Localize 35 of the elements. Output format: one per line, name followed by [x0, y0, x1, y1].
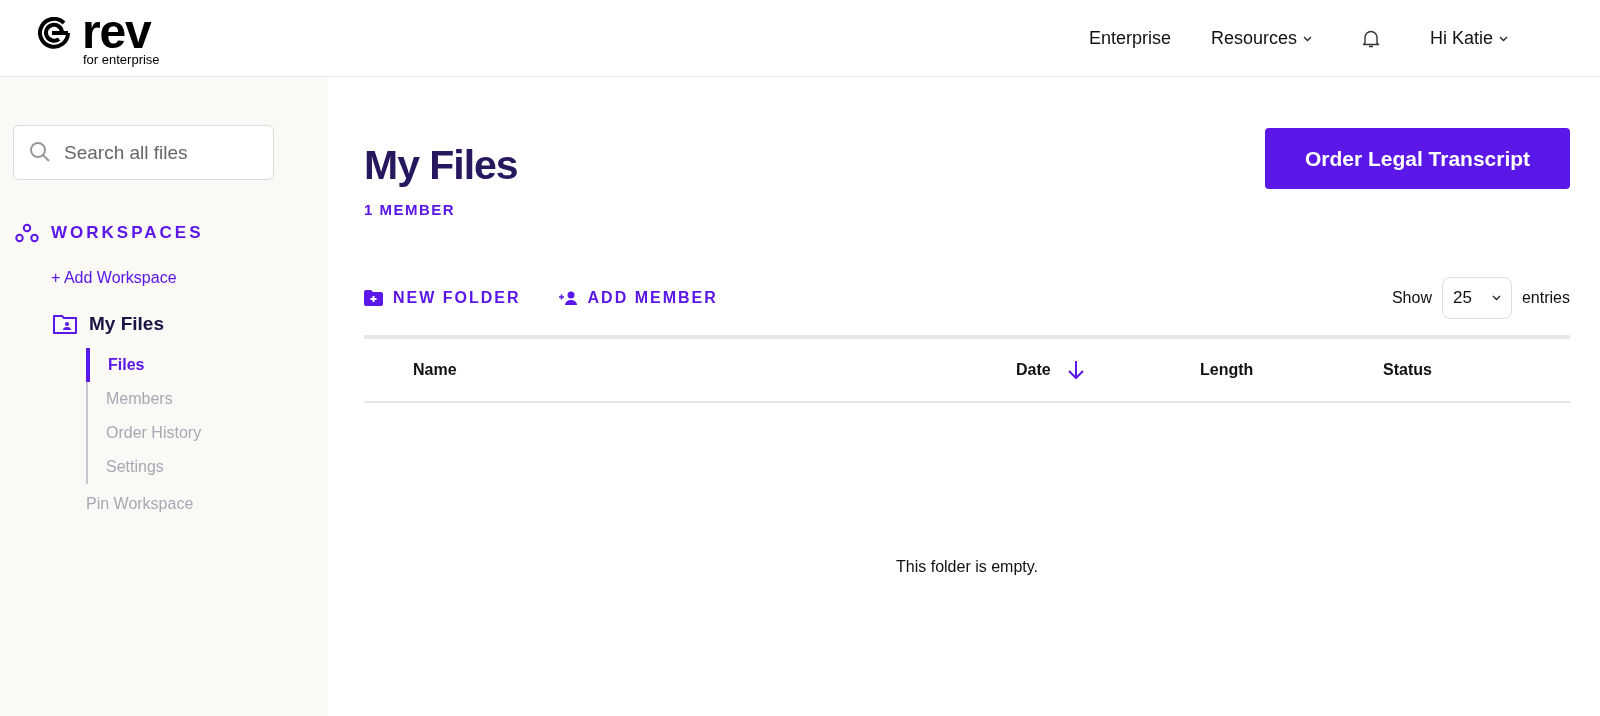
- nav-link[interactable]: Hi Katie: [1409, 25, 1528, 52]
- caret-icon: [1499, 35, 1508, 42]
- column-header[interactable]: Length: [1200, 357, 1254, 382]
- workspace-menu-item[interactable]: Files: [86, 348, 315, 382]
- section-heading: WORKSPACES: [51, 222, 204, 244]
- entries-label: entries: [1521, 287, 1570, 308]
- add-workspace-link[interactable]: + Add Workspace: [51, 265, 177, 290]
- nav-link[interactable]: Enterprise: [1068, 25, 1191, 52]
- caret-icon: [1491, 294, 1501, 301]
- entries-select[interactable]: 25: [1441, 276, 1512, 319]
- toolbar-action[interactable]: NEW FOLDER: [364, 285, 521, 310]
- circles-icon: [15, 222, 39, 243]
- column-header[interactable]: Date: [1016, 357, 1085, 382]
- search-field[interactable]: Search all files: [13, 125, 274, 180]
- empty-message: This folder is empty.: [896, 556, 1038, 577]
- page-title: My Files: [364, 141, 518, 189]
- add-person-icon: [558, 290, 578, 305]
- column-header[interactable]: Status: [1383, 357, 1432, 382]
- workspace-name: My Files: [89, 311, 164, 336]
- caret-icon: [1302, 35, 1312, 42]
- folder-person-icon: [53, 313, 77, 334]
- logo-tagline: for enterprise: [83, 52, 160, 68]
- order-transcript-button[interactable]: Order Legal Transcript: [1265, 128, 1570, 189]
- bell-icon: [1361, 28, 1380, 49]
- folder-plus-icon: [364, 289, 383, 306]
- show-label: Show: [1391, 287, 1432, 308]
- search-icon: [29, 141, 51, 163]
- sort-arrow-icon: [1066, 359, 1085, 380]
- nav-link[interactable]: Resources: [1190, 25, 1332, 52]
- logo-spiral-icon: [38, 17, 72, 49]
- member-count: 1 MEMBER: [364, 200, 457, 220]
- column-header[interactable]: Name: [413, 357, 457, 382]
- logo-wordmark: rev: [82, 12, 151, 52]
- notifications-button[interactable]: [1361, 28, 1380, 49]
- toolbar-action[interactable]: ADD MEMBER: [558, 285, 718, 310]
